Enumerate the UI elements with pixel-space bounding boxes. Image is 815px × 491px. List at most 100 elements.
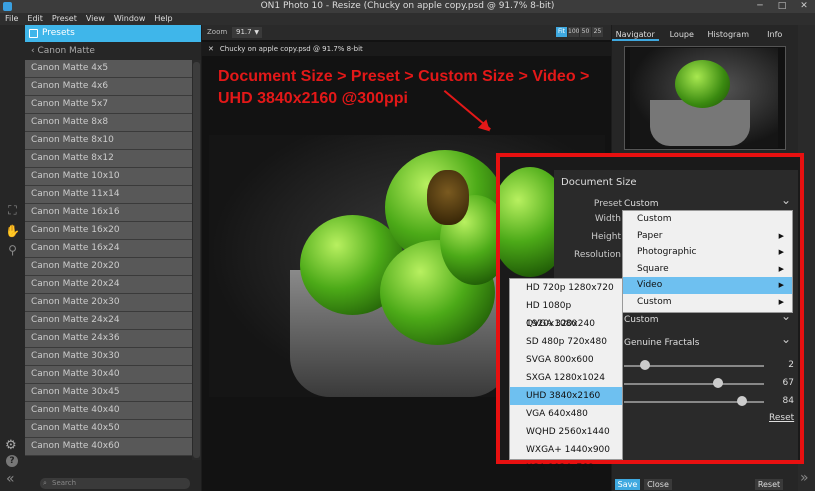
preset-item[interactable]: Canon Matte 11x14	[25, 186, 192, 204]
chevron-down-icon[interactable]: ⌄	[781, 309, 791, 323]
preset-item[interactable]: Canon Matte 10x10	[25, 168, 192, 186]
preset-item[interactable]: Canon Matte 40x50	[25, 420, 192, 438]
save-button[interactable]: Save	[615, 479, 640, 490]
menu-edit[interactable]: Edit	[27, 13, 43, 25]
close-window-button[interactable]: ✕	[793, 0, 815, 13]
zoom-dropdown[interactable]: 91.7 ▼	[232, 27, 262, 38]
preset-item[interactable]: Canon Matte 30x45	[25, 384, 192, 402]
menu-item-square[interactable]: Square ▶	[623, 261, 792, 278]
slider-value: 84	[782, 396, 794, 406]
preset-item[interactable]: Canon Matte 24x24	[25, 312, 192, 330]
video-size-item[interactable]: SXGA 1280x1024	[510, 369, 622, 387]
video-size-item[interactable]: SD 480p 720x480	[510, 333, 622, 351]
preset-item[interactable]: Canon Matte 8x12	[25, 150, 192, 168]
preset-scrollbar-thumb[interactable]	[193, 62, 200, 458]
document-tab[interactable]: ✕ Chucky on apple copy.psd @ 91.7% 8-bit	[202, 42, 611, 56]
zoom-25-button[interactable]: 25	[592, 27, 603, 37]
zoom-fit-button[interactable]: Fit	[556, 27, 567, 37]
custom-row-label[interactable]: Custom	[624, 315, 658, 325]
right-panel-tabs: Navigator Loupe Histogram Info	[612, 28, 798, 41]
chevron-down-icon[interactable]: ⌄	[781, 193, 791, 207]
document-size-title: Document Size	[561, 177, 637, 188]
window-title: ON1 Photo 10 - Resize (Chucky on apple c…	[260, 1, 555, 11]
slider-value: 67	[782, 378, 794, 388]
crop-tool-icon[interactable]: ⛶	[4, 202, 21, 219]
zoom-tool-icon[interactable]: ⚲	[4, 242, 21, 259]
video-size-item[interactable]: HD 1080p 1920x1080	[510, 297, 622, 329]
preset-list: Canon Matte 4x5 Canon Matte 4x6 Canon Ma…	[25, 60, 192, 456]
document-tab-label: Chucky on apple copy.psd @ 91.7% 8-bit	[219, 45, 363, 53]
fractals-row-label[interactable]: Genuine Fractals	[624, 338, 699, 348]
presets-icon	[29, 29, 38, 38]
menu-item-video[interactable]: Video ▶	[623, 277, 792, 294]
preset-item[interactable]: Canon Matte 4x5	[25, 60, 192, 78]
video-size-item[interactable]: QVGA 320x240	[510, 315, 622, 333]
video-size-item[interactable]: WXGA+ 1440x900	[510, 441, 622, 459]
collapse-left-icon[interactable]: «	[6, 471, 15, 487]
help-icon[interactable]: ?	[6, 455, 18, 467]
slider-knob[interactable]	[640, 360, 650, 370]
video-size-item-selected[interactable]: UHD 3840x2160	[510, 387, 622, 405]
slider-knob[interactable]	[712, 378, 723, 388]
tab-info[interactable]: Info	[752, 28, 799, 41]
preset-item[interactable]: Canon Matte 20x24	[25, 276, 192, 294]
preset-item[interactable]: Canon Matte 8x10	[25, 132, 192, 150]
preset-item[interactable]: Canon Matte 8x8	[25, 114, 192, 132]
video-size-item[interactable]: WQHD 2560x1440	[510, 423, 622, 441]
window-controls: ─ □ ✕	[749, 0, 815, 13]
menu-file[interactable]: File	[5, 13, 18, 25]
settings-gear-icon[interactable]: ⚙	[5, 438, 17, 453]
slider-knob[interactable]	[736, 396, 747, 406]
preset-search-input[interactable]: ⌕ Search	[40, 478, 190, 489]
video-size-item[interactable]: SVGA 800x600	[510, 351, 622, 369]
preset-item[interactable]: Canon Matte 24x36	[25, 330, 192, 348]
video-size-item[interactable]: HD 720p 1280x720	[510, 279, 622, 297]
preset-item[interactable]: Canon Matte 20x20	[25, 258, 192, 276]
menu-window[interactable]: Window	[114, 13, 146, 25]
width-label: Width	[594, 214, 621, 224]
video-size-item[interactable]: XGA 1024x768	[510, 459, 622, 477]
preset-item[interactable]: Canon Matte 30x40	[25, 366, 192, 384]
preset-item[interactable]: Canon Matte 16x20	[25, 222, 192, 240]
video-size-item[interactable]: VGA 640x480	[510, 405, 622, 423]
close-button[interactable]: Close	[644, 479, 672, 490]
menu-bar: File Edit Preset View Window Help	[0, 13, 815, 25]
preset-dropdown-value[interactable]: Custom	[624, 199, 658, 209]
zoom-50-button[interactable]: 50	[580, 27, 591, 37]
menu-item-paper[interactable]: Paper ▶	[623, 228, 792, 245]
preset-item[interactable]: Canon Matte 40x60	[25, 438, 192, 456]
preset-item[interactable]: Canon Matte 16x24	[25, 240, 192, 258]
minimize-button[interactable]: ─	[749, 0, 771, 13]
preset-item[interactable]: Canon Matte 5x7	[25, 96, 192, 114]
preset-item[interactable]: Canon Matte 16x16	[25, 204, 192, 222]
maximize-button[interactable]: □	[771, 0, 793, 13]
menu-preset[interactable]: Preset	[52, 13, 77, 25]
submenu-arrow-icon: ▶	[778, 281, 784, 289]
back-to-category-button[interactable]: ‹ Canon Matte	[25, 43, 201, 60]
reset-button[interactable]: Reset	[755, 479, 783, 490]
menu-view[interactable]: View	[86, 13, 105, 25]
submenu-arrow-icon: ▶	[778, 297, 784, 306]
collapse-right-icon[interactable]: »	[800, 470, 809, 486]
preset-item[interactable]: Canon Matte 4x6	[25, 78, 192, 96]
preset-item[interactable]: Canon Matte 20x30	[25, 294, 192, 312]
preset-item[interactable]: Canon Matte 40x40	[25, 402, 192, 420]
reset-link[interactable]: Reset	[769, 413, 794, 423]
preset-menu: Custom Paper ▶ Photographic ▶ Square ▶ Vide…	[622, 210, 793, 313]
hand-tool-icon[interactable]: ✋	[4, 223, 21, 240]
tab-navigator[interactable]: Navigator	[612, 28, 659, 41]
menu-item-custom[interactable]: Custom	[623, 211, 792, 228]
slider-track[interactable]	[624, 383, 764, 385]
chevron-down-icon[interactable]: ⌄	[781, 332, 791, 346]
tab-histogram[interactable]: Histogram	[705, 28, 752, 41]
preset-item[interactable]: Canon Matte 30x30	[25, 348, 192, 366]
menu-help[interactable]: Help	[154, 13, 172, 25]
menu-item-photographic[interactable]: Photographic ▶	[623, 244, 792, 261]
presets-title: Presets	[42, 28, 75, 38]
close-tab-icon[interactable]: ✕	[208, 45, 214, 53]
presets-header[interactable]: Presets	[25, 25, 201, 42]
zoom-100-button[interactable]: 100	[568, 27, 579, 37]
tab-loupe[interactable]: Loupe	[659, 28, 706, 41]
chucky-face-image	[427, 170, 469, 225]
menu-item-custom-sizes[interactable]: Custom ▶	[623, 294, 792, 311]
